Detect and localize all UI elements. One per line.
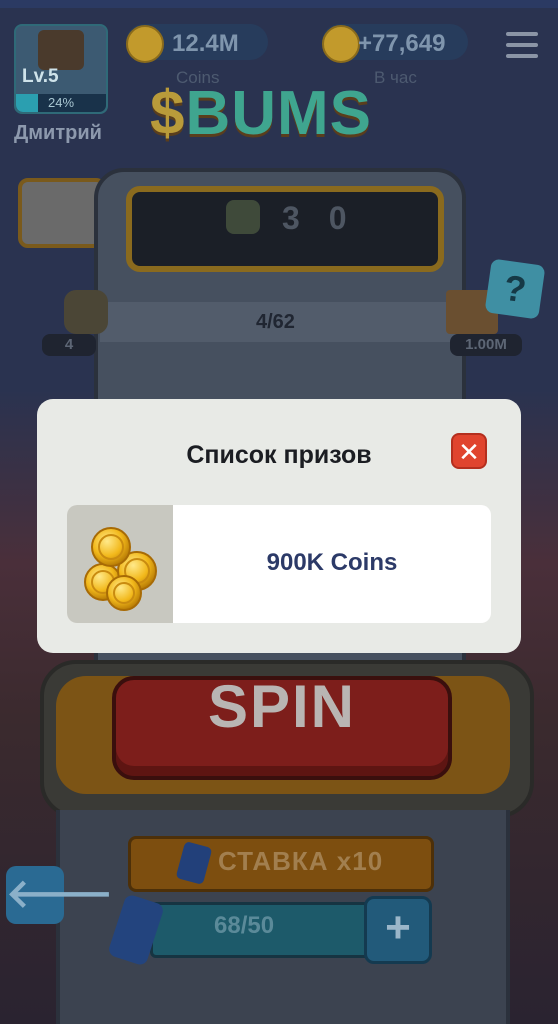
- gold-coins-icon: [84, 527, 157, 611]
- prize-thumbnail: [67, 505, 173, 623]
- prize-item: 900K Coins: [67, 505, 491, 623]
- close-button[interactable]: ✕: [451, 433, 487, 469]
- prize-label: 900K Coins: [266, 549, 398, 576]
